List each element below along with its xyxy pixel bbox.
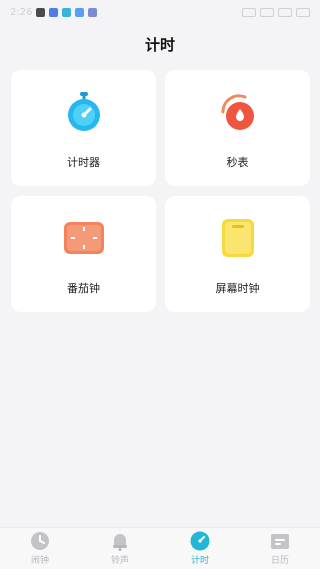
notification-app-icon — [62, 7, 72, 17]
tab-alarm-label: 闹钟 — [30, 556, 49, 566]
tab-calendar[interactable]: 日历 — [240, 528, 320, 569]
notification-app-icon — [88, 7, 98, 17]
notification-app-icon — [75, 7, 85, 17]
battery-icon — [296, 7, 310, 17]
status-bar: 2:26 — [0, 0, 320, 24]
stopwatch-icon — [62, 90, 106, 138]
alarm-status-icon — [242, 7, 256, 17]
calendar-icon — [271, 534, 289, 549]
tab-timer[interactable]: 计时 — [160, 528, 240, 569]
status-time: 2:26 — [10, 6, 33, 18]
timer-icon — [190, 531, 210, 551]
timer-dial-icon — [216, 90, 260, 138]
clock-icon — [31, 532, 49, 550]
tab-calendar-label: 日历 — [270, 556, 289, 566]
notification-app-icon — [49, 7, 59, 17]
screen-clock-icon — [216, 216, 260, 264]
tomato-clock-card[interactable]: 番茄钟 — [11, 196, 156, 312]
tab-alarm[interactable]: 闹钟 — [0, 528, 80, 569]
stopwatch-card[interactable]: 秒表 — [165, 70, 310, 186]
tomato-clock-icon — [62, 216, 106, 264]
signal-status-icon — [278, 7, 292, 17]
bottom-nav: 闹钟 铃声 计时 日历 — [0, 527, 320, 569]
stopwatch-card-label: 秒表 — [226, 156, 249, 169]
tomato-clock-card-label: 番茄钟 — [67, 282, 100, 295]
timer-card[interactable]: 计时器 — [11, 70, 156, 186]
notification-app-icon — [36, 7, 46, 17]
status-left: 2:26 — [10, 6, 98, 18]
tab-timer-label: 计时 — [190, 556, 209, 566]
wifi-status-icon — [260, 7, 274, 17]
tab-ringtone[interactable]: 铃声 — [80, 528, 160, 569]
bell-icon — [113, 534, 127, 551]
screen-clock-card[interactable]: 屏幕时钟 — [165, 196, 310, 312]
tab-ringtone-label: 铃声 — [110, 556, 129, 566]
page-title: 计时 — [144, 36, 175, 54]
screen-clock-card-label: 屏幕时钟 — [215, 282, 260, 295]
status-right — [242, 7, 310, 17]
timer-card-label: 计时器 — [67, 156, 100, 169]
